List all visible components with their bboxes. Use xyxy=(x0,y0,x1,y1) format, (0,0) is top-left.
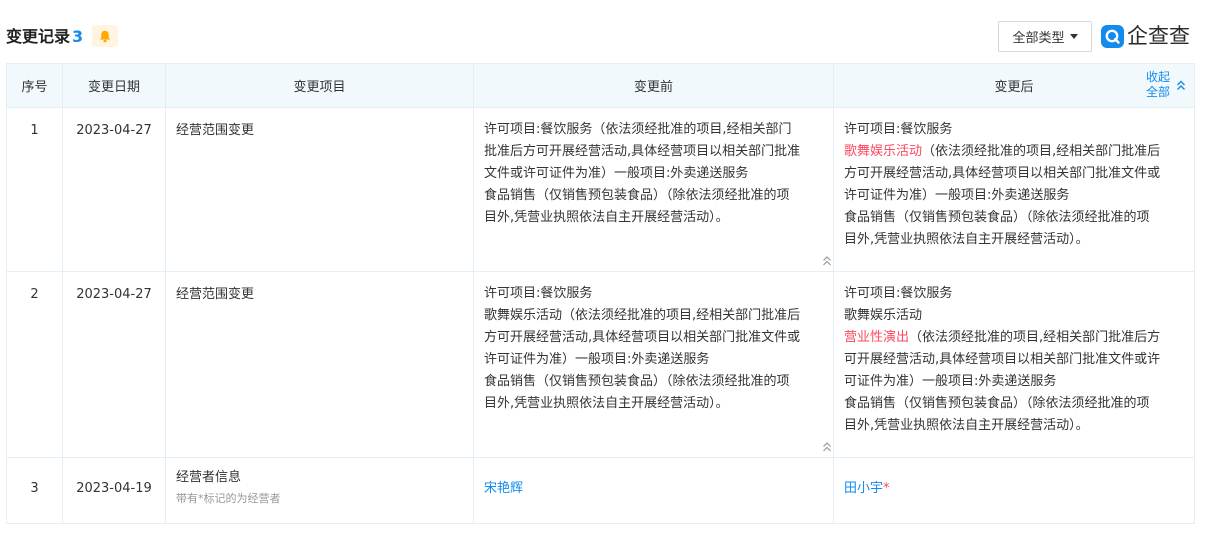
after-line: 营业性演出（依法须经批准的项目,经相关部门批准后方 xyxy=(844,327,1185,349)
column-header-after: 变更后 收起全部 xyxy=(833,63,1195,108)
qcc-logo-text: 企查查 xyxy=(1127,24,1190,48)
change-records-table: 序号 变更日期 变更项目 变更前 变更后 收起全部 1 2023-04-27 经… xyxy=(6,63,1195,524)
before-line: 文件或许可证件为准）一般项目:外卖递送服务 xyxy=(484,166,749,181)
row-date: 2023-04-27 xyxy=(62,107,166,272)
table-row: 1 2023-04-27 经营范围变更 许可项目:餐饮服务（依法须经批准的项目,… xyxy=(6,107,1195,272)
after-line: 歌舞娱乐活动（依法须经批准的项目,经相关部门批准后 xyxy=(844,141,1185,163)
before-line: 食品销售（仅销售预包装食品）（除依法须经批准的项 xyxy=(484,374,790,389)
row-item-text: 经营范围变更 xyxy=(176,123,255,138)
row-after: 许可项目:餐饮服务 歌舞娱乐活动（依法须经批准的项目,经相关部门批准后 方可开展… xyxy=(833,107,1195,272)
before-line: 目外,凭营业执照依法自主开展经营活动）。 xyxy=(484,210,729,225)
row-before: 许可项目:餐饮服务（依法须经批准的项目,经相关部门 批准后方可开展经营活动,具体… xyxy=(473,107,834,272)
type-filter-dropdown[interactable]: 全部类型 xyxy=(998,21,1092,52)
monitor-bell-button[interactable] xyxy=(92,25,118,47)
row-date: 2023-04-27 xyxy=(62,271,166,458)
collapse-all-button[interactable]: 收起全部 xyxy=(1145,70,1186,100)
after-line: 许可证件为准）一般项目:外卖递送服务 xyxy=(844,188,1070,203)
column-header-after-label: 变更后 xyxy=(994,80,1034,95)
double-chevron-up-icon[interactable] xyxy=(821,441,833,453)
before-line: 目外,凭营业执照依法自主开展经营活动）。 xyxy=(484,396,729,411)
change-records-header: 变更记录 3 全部类型 企查查 xyxy=(6,20,1194,54)
column-header-date: 变更日期 xyxy=(62,63,166,108)
row-item-text: 经营者信息 xyxy=(176,470,242,485)
highlight-added-text: 歌舞娱乐活动 xyxy=(844,144,923,159)
section-title-text: 变更记录 xyxy=(6,27,71,46)
bell-icon xyxy=(100,30,110,42)
after-line: 许可项目:餐饮服务 xyxy=(844,286,953,301)
before-person-link[interactable]: 宋艳辉 xyxy=(484,481,523,496)
row-before: 宋艳辉 xyxy=(473,457,834,524)
table-header-row: 序号 变更日期 变更项目 变更前 变更后 收起全部 xyxy=(6,63,1195,108)
record-count: 3 xyxy=(72,27,84,46)
after-line: 许可项目:餐饮服务 xyxy=(844,122,953,137)
before-line: 许可项目:餐饮服务 xyxy=(484,286,593,301)
after-line-rest: （依法须经批准的项目,经相关部门批准后 xyxy=(922,144,1161,159)
row-index: 2 xyxy=(6,271,63,458)
double-chevron-up-icon[interactable] xyxy=(821,255,833,267)
row-item: 经营范围变更 xyxy=(165,107,474,272)
row-before: 许可项目:餐饮服务 歌舞娱乐活动（依法须经批准的项目,经相关部门批准后 方可开展… xyxy=(473,271,834,458)
after-person-link[interactable]: 田小宇 xyxy=(844,481,883,496)
row-item: 经营者信息 带有*标记的为经营者 xyxy=(165,457,474,524)
before-line: 方可开展经营活动,具体经营项目以相关部门批准文件或 xyxy=(484,330,801,345)
double-chevron-up-icon xyxy=(1177,80,1185,90)
row-index: 3 xyxy=(6,457,63,524)
after-line: 可证件为准）一般项目:外卖递送服务 xyxy=(844,374,1057,389)
row-item-text: 经营范围变更 xyxy=(176,287,255,302)
type-filter-label: 全部类型 xyxy=(1012,31,1065,46)
caret-down-icon xyxy=(1069,34,1078,39)
before-line: 许可证件为准）一般项目:外卖递送服务 xyxy=(484,352,710,367)
after-line: 方可开展经营活动,具体经营项目以相关部门批准文件或 xyxy=(844,166,1161,181)
before-line: 歌舞娱乐活动（依法须经批准的项目,经相关部门批准后 xyxy=(484,308,801,323)
qcc-logo: 企查查 xyxy=(1101,22,1190,50)
row-after: 田小宇* xyxy=(833,457,1195,524)
row-after: 许可项目:餐饮服务 歌舞娱乐活动 营业性演出（依法须经批准的项目,经相关部门批准… xyxy=(833,271,1195,458)
before-line: 许可项目:餐饮服务（依法须经批准的项目,经相关部门 xyxy=(484,122,792,137)
table-row: 3 2023-04-19 经营者信息 带有*标记的为经营者 宋艳辉 田小宇* xyxy=(6,457,1195,524)
after-line: 食品销售（仅销售预包装食品）（除依法须经批准的项 xyxy=(844,396,1150,411)
row-date: 2023-04-19 xyxy=(62,457,166,524)
operator-hint: 带有*标记的为经营者 xyxy=(176,492,281,505)
after-line: 食品销售（仅销售预包装食品）（除依法须经批准的项 xyxy=(844,210,1150,225)
column-header-index: 序号 xyxy=(6,63,63,108)
after-line: 目外,凭营业执照依法自主开展经营活动）。 xyxy=(844,418,1089,433)
table-row: 2 2023-04-27 经营范围变更 许可项目:餐饮服务 歌舞娱乐活动（依法须… xyxy=(6,271,1195,458)
row-item: 经营范围变更 xyxy=(165,271,474,458)
section-title: 变更记录 3 xyxy=(6,27,83,47)
after-line: 歌舞娱乐活动 xyxy=(844,308,923,323)
column-header-item: 变更项目 xyxy=(165,63,474,108)
row-index: 1 xyxy=(6,107,63,272)
highlight-added-text: 营业性演出 xyxy=(844,330,910,345)
after-line: 目外,凭营业执照依法自主开展经营活动）。 xyxy=(844,232,1089,247)
column-header-before: 变更前 xyxy=(473,63,834,108)
after-line: 可开展经营活动,具体经营项目以相关部门批准文件或许 xyxy=(844,352,1161,367)
before-line: 食品销售（仅销售预包装食品）（除依法须经批准的项 xyxy=(484,188,790,203)
collapse-all-label: 收起全部 xyxy=(1145,70,1170,99)
before-line: 批准后方可开展经营活动,具体经营项目以相关部门批准 xyxy=(484,144,801,159)
after-line-rest: （依法须经批准的项目,经相关部门批准后方 xyxy=(909,330,1161,345)
operator-mark: * xyxy=(883,481,890,496)
qcc-logo-icon xyxy=(1101,24,1124,48)
